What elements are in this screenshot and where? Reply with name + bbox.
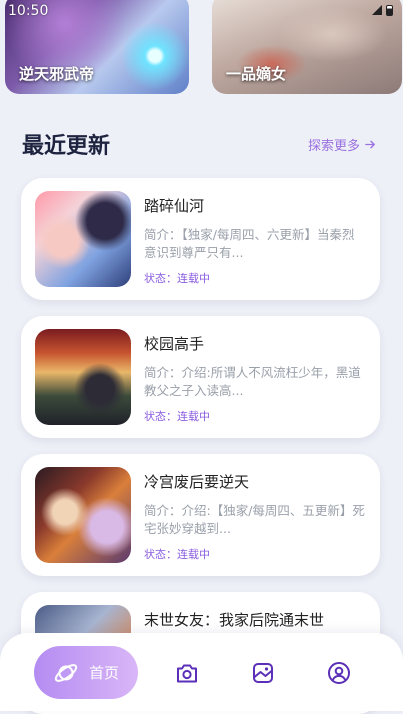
status-time: 10:50 (8, 3, 49, 19)
comic-title: 校园高手 (144, 335, 205, 353)
comic-status: 状态：连载中 (144, 272, 210, 285)
tab-camera[interactable] (174, 660, 200, 686)
comic-title: 末世女友：我家后院通末世 (144, 611, 325, 629)
update-card[interactable]: 冷宫废后要逆天 简介：介绍:【独家/每周四、五更新】死宅张妙穿越到... 状态：… (21, 454, 380, 576)
explore-more-link[interactable]: 探索更多 (308, 135, 377, 154)
update-card[interactable]: 校园高手 简介：介绍:所谓人不风流枉少年，黑道教父之子入读高... 状态：连载中 (21, 316, 380, 438)
comic-description: 简介：介绍:【独家/每周四、五更新】死宅张妙穿越到... (144, 503, 365, 536)
camera-icon (177, 664, 197, 683)
tab-gallery[interactable] (250, 660, 276, 686)
battery-icon (386, 5, 393, 16)
update-card[interactable]: 踏碎仙河 简介：【独家/每周四、六更新】当秦烈意识到尊严只有... 状态：连载中 (21, 178, 380, 300)
status-icons (372, 5, 393, 16)
bottom-tab-bar: 首页 (0, 633, 403, 711)
comic-status: 状态：连载中 (144, 410, 210, 423)
comic-title: 踏碎仙河 (144, 197, 205, 215)
banner-title: 逆天邪武帝 (19, 65, 95, 83)
user-icon (328, 662, 350, 684)
cover-image (35, 467, 131, 563)
signal-icon (372, 5, 382, 15)
cover-image (35, 191, 131, 287)
planet-icon (54, 663, 78, 682)
section-title: 最近更新 (22, 134, 111, 159)
comic-description: 简介：【独家/每周四、六更新】当秦烈意识到尊严只有... (144, 227, 355, 260)
tab-home-label: 首页 (88, 664, 119, 682)
explore-more-label: 探索更多 (307, 139, 360, 154)
comic-description: 简介：介绍:所谓人不风流枉少年，黑道教父之子入读高... (144, 365, 361, 398)
gallery-icon (253, 663, 273, 683)
tab-profile[interactable] (326, 660, 352, 686)
arrow-right-icon (365, 140, 375, 149)
comic-title: 冷宫废后要逆天 (144, 473, 250, 491)
cover-image (35, 329, 131, 425)
tab-home[interactable]: 首页 (34, 646, 138, 699)
banner-title: 一品嫡女 (226, 65, 287, 83)
comic-status: 状态：连载中 (144, 548, 210, 561)
